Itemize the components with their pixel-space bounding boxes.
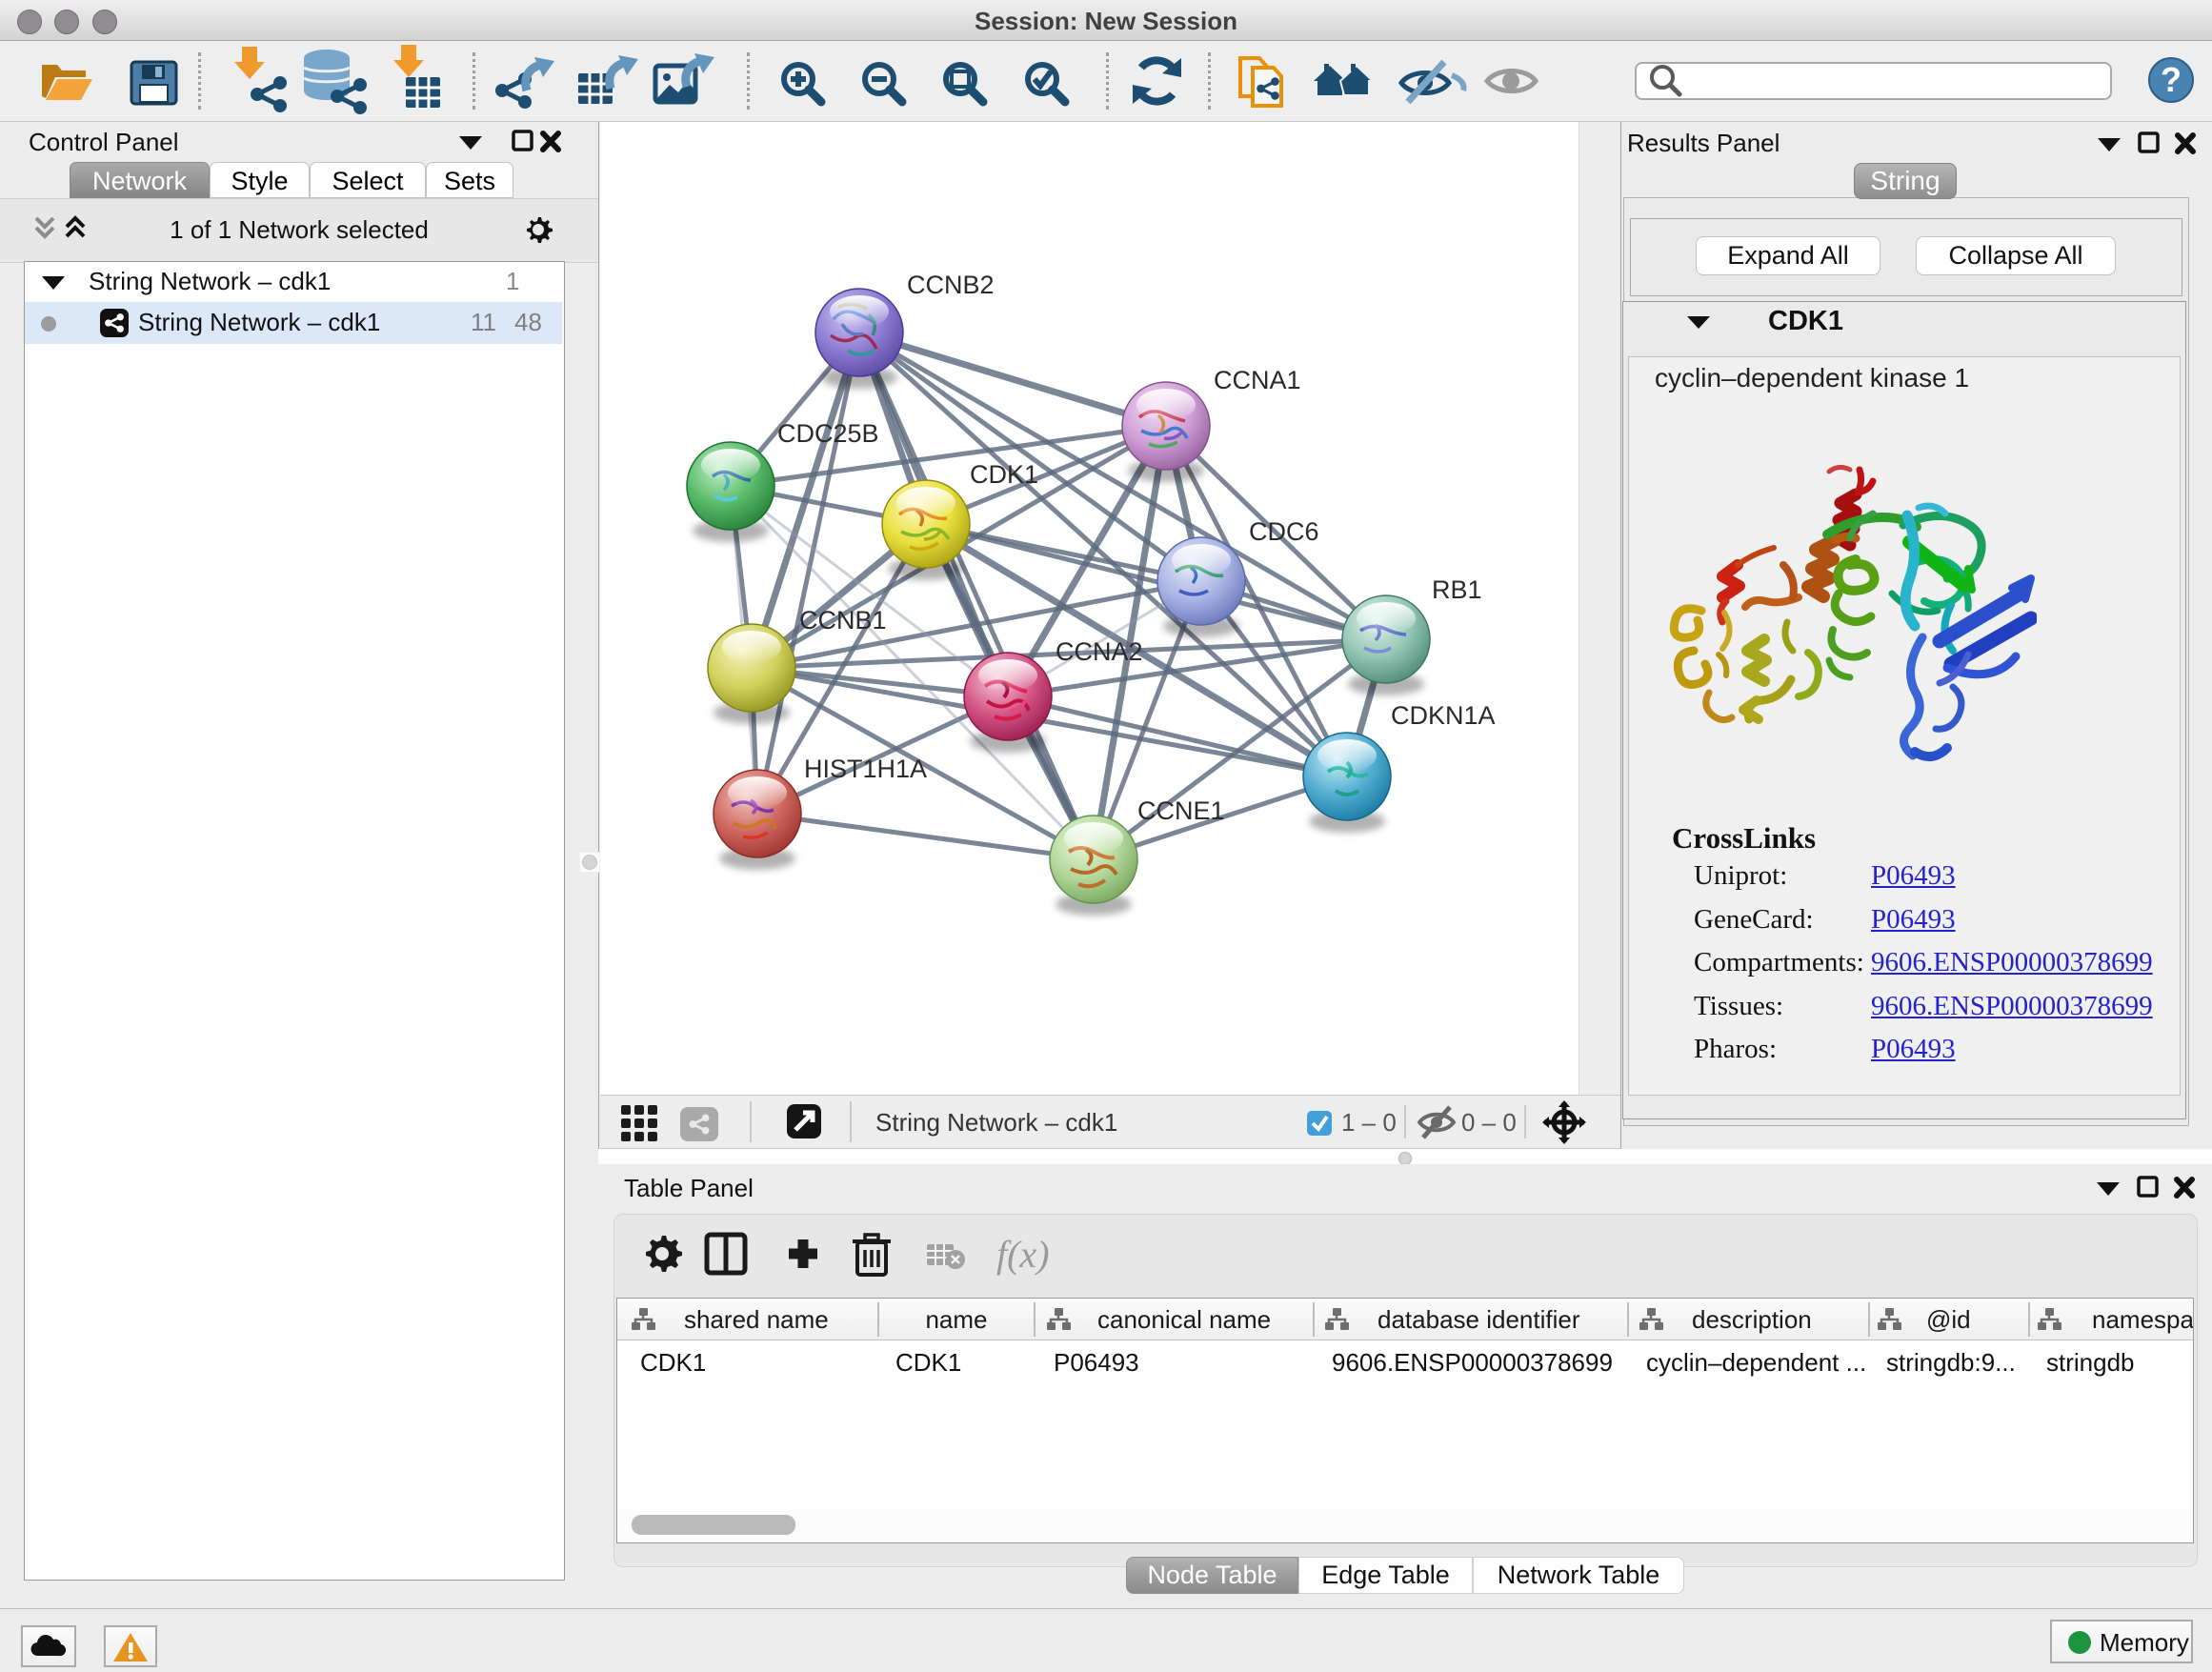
svg-text:CCNA1: CCNA1 — [1214, 366, 1301, 394]
svg-text:CCNB1: CCNB1 — [799, 606, 887, 635]
svg-text:String Network – cdk1: String Network – cdk1 — [875, 1108, 1117, 1137]
svg-text:?: ? — [2161, 60, 2182, 99]
svg-text:f(x): f(x) — [996, 1233, 1050, 1276]
svg-text:name: name — [925, 1305, 987, 1334]
svg-text:CCNE1: CCNE1 — [1137, 796, 1225, 825]
svg-text:RB1: RB1 — [1432, 575, 1482, 604]
svg-text:CDC25B: CDC25B — [777, 419, 879, 448]
svg-text:canonical name: canonical name — [1097, 1305, 1271, 1334]
svg-text:0 – 0: 0 – 0 — [1461, 1108, 1517, 1137]
svg-text:CDC6: CDC6 — [1249, 517, 1319, 546]
svg-text:1 – 0: 1 – 0 — [1341, 1108, 1397, 1137]
svg-text:CDKN1A: CDKN1A — [1391, 701, 1496, 730]
svg-text:database identifier: database identifier — [1377, 1305, 1580, 1334]
svg-text:namespace: namespace — [2092, 1305, 2193, 1334]
svg-text:CCNA2: CCNA2 — [1056, 637, 1143, 666]
svg-text:HIST1H1A: HIST1H1A — [804, 755, 927, 783]
svg-text:CCNB2: CCNB2 — [907, 271, 995, 299]
svg-text:@id: @id — [1926, 1305, 1971, 1334]
svg-text:shared name: shared name — [684, 1305, 829, 1334]
svg-text:CDK1: CDK1 — [970, 460, 1038, 489]
svg-text:description: description — [1692, 1305, 1812, 1334]
